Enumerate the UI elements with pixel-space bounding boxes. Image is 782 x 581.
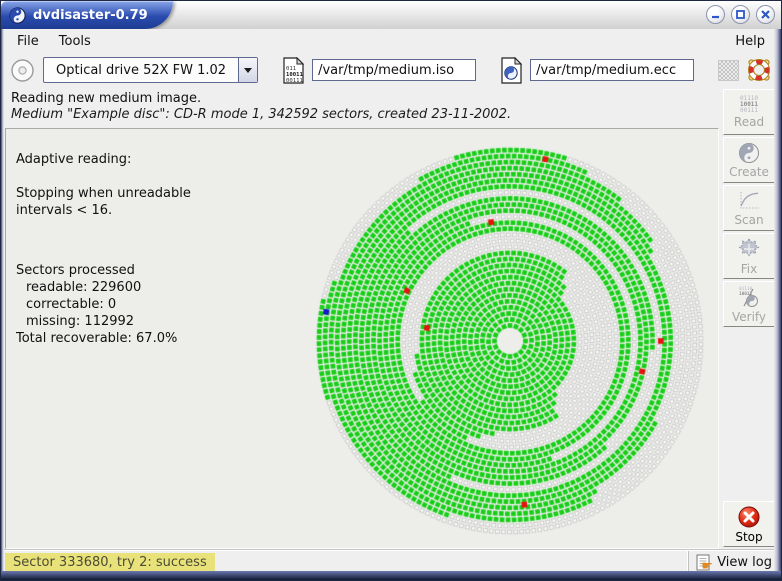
menu-tools[interactable]: Tools [49, 32, 101, 51]
action-sidebar: 01110 10011 00111 Read Create [723, 89, 775, 549]
minimize-button[interactable] [706, 5, 725, 24]
read-label: Read [734, 115, 764, 129]
stop-button[interactable]: Stop [723, 501, 775, 547]
create-button[interactable]: Create [723, 137, 775, 183]
scan-curve-icon [737, 190, 761, 212]
maximize-button[interactable] [731, 5, 750, 24]
titlebar[interactable]: dvdisaster-0.79 [1, 1, 781, 30]
preferences-disabled-icon[interactable] [718, 60, 739, 81]
window-right-frame [774, 29, 781, 571]
main-panel: Adaptive reading: Stopping when unreadab… [5, 128, 719, 549]
window-title: dvdisaster-0.79 [33, 8, 148, 23]
window-left-frame [1, 29, 4, 571]
stop-icon [737, 505, 761, 529]
image-file-input[interactable] [312, 59, 476, 81]
read-binary-icon: 01110 10011 00111 [740, 96, 758, 114]
sectors-correctable: correctable: 0 [16, 296, 191, 313]
app-window: dvdisaster-0.79 File Tools Help [0, 0, 782, 581]
header-status: Reading new medium image. Medium "Exampl… [5, 87, 719, 128]
svg-text:00111: 00111 [286, 78, 303, 84]
cd-drive-icon [9, 57, 36, 84]
ecc-file-icon [500, 57, 523, 84]
header-line2: Medium "Example disc": CD-R mode 1, 3425… [11, 107, 713, 122]
title-tab: dvdisaster-0.79 [1, 1, 173, 29]
drive-select[interactable]: Optical drive 52X FW 1.02 [43, 57, 258, 83]
drive-select-value: Optical drive 52X FW 1.02 [44, 63, 238, 78]
ecc-file-input[interactable] [530, 59, 694, 81]
verify-compare-icon: 01110 10011 [737, 285, 761, 309]
fix-patch-icon [737, 237, 761, 261]
toolbar: Optical drive 52X FW 1.02 011 10011 0011… [3, 53, 773, 87]
view-log-label: View log [717, 555, 772, 570]
image-file-icon: 011 10011 00111 [282, 57, 305, 84]
header-line1: Reading new medium image. [11, 91, 713, 106]
help-lifebuoy-icon[interactable] [746, 57, 772, 83]
window-controls [706, 5, 775, 24]
create-label: Create [729, 165, 769, 179]
read-button[interactable]: 01110 10011 00111 Read [723, 89, 775, 135]
verify-button[interactable]: 01110 10011 Verify [723, 281, 775, 327]
close-button[interactable] [756, 5, 775, 24]
stopping-line1: Stopping when unreadable [16, 185, 191, 202]
stopping-line2: intervals < 16. [16, 202, 191, 219]
scan-button[interactable]: Scan [723, 185, 775, 231]
verify-label: Verify [732, 310, 766, 324]
reading-info: Adaptive reading: Stopping when unreadab… [16, 151, 191, 347]
create-yinyang-icon [738, 142, 760, 164]
fix-label: Fix [741, 262, 757, 276]
sectors-title: Sectors processed [16, 262, 191, 279]
app-logo-yinyang-icon [9, 7, 26, 24]
window-bottom-frame [1, 571, 781, 580]
sectors-readable: readable: 229600 [16, 279, 191, 296]
adaptive-reading-title: Adaptive reading: [16, 151, 191, 168]
chevron-down-icon [244, 68, 252, 73]
menubar: File Tools Help [3, 29, 779, 53]
stop-label: Stop [735, 530, 762, 544]
scan-label: Scan [734, 213, 763, 227]
drive-select-arrow[interactable] [238, 58, 257, 82]
status-message: Sector 333680, try 2: success [5, 553, 215, 572]
total-recoverable: Total recoverable: 67.0% [16, 330, 191, 347]
menu-help[interactable]: Help [725, 32, 775, 51]
sectors-missing: missing: 112992 [16, 313, 191, 330]
disc-spiral-visualization [290, 131, 720, 547]
fix-button[interactable]: Fix [723, 233, 775, 279]
menu-file[interactable]: File [7, 32, 49, 51]
